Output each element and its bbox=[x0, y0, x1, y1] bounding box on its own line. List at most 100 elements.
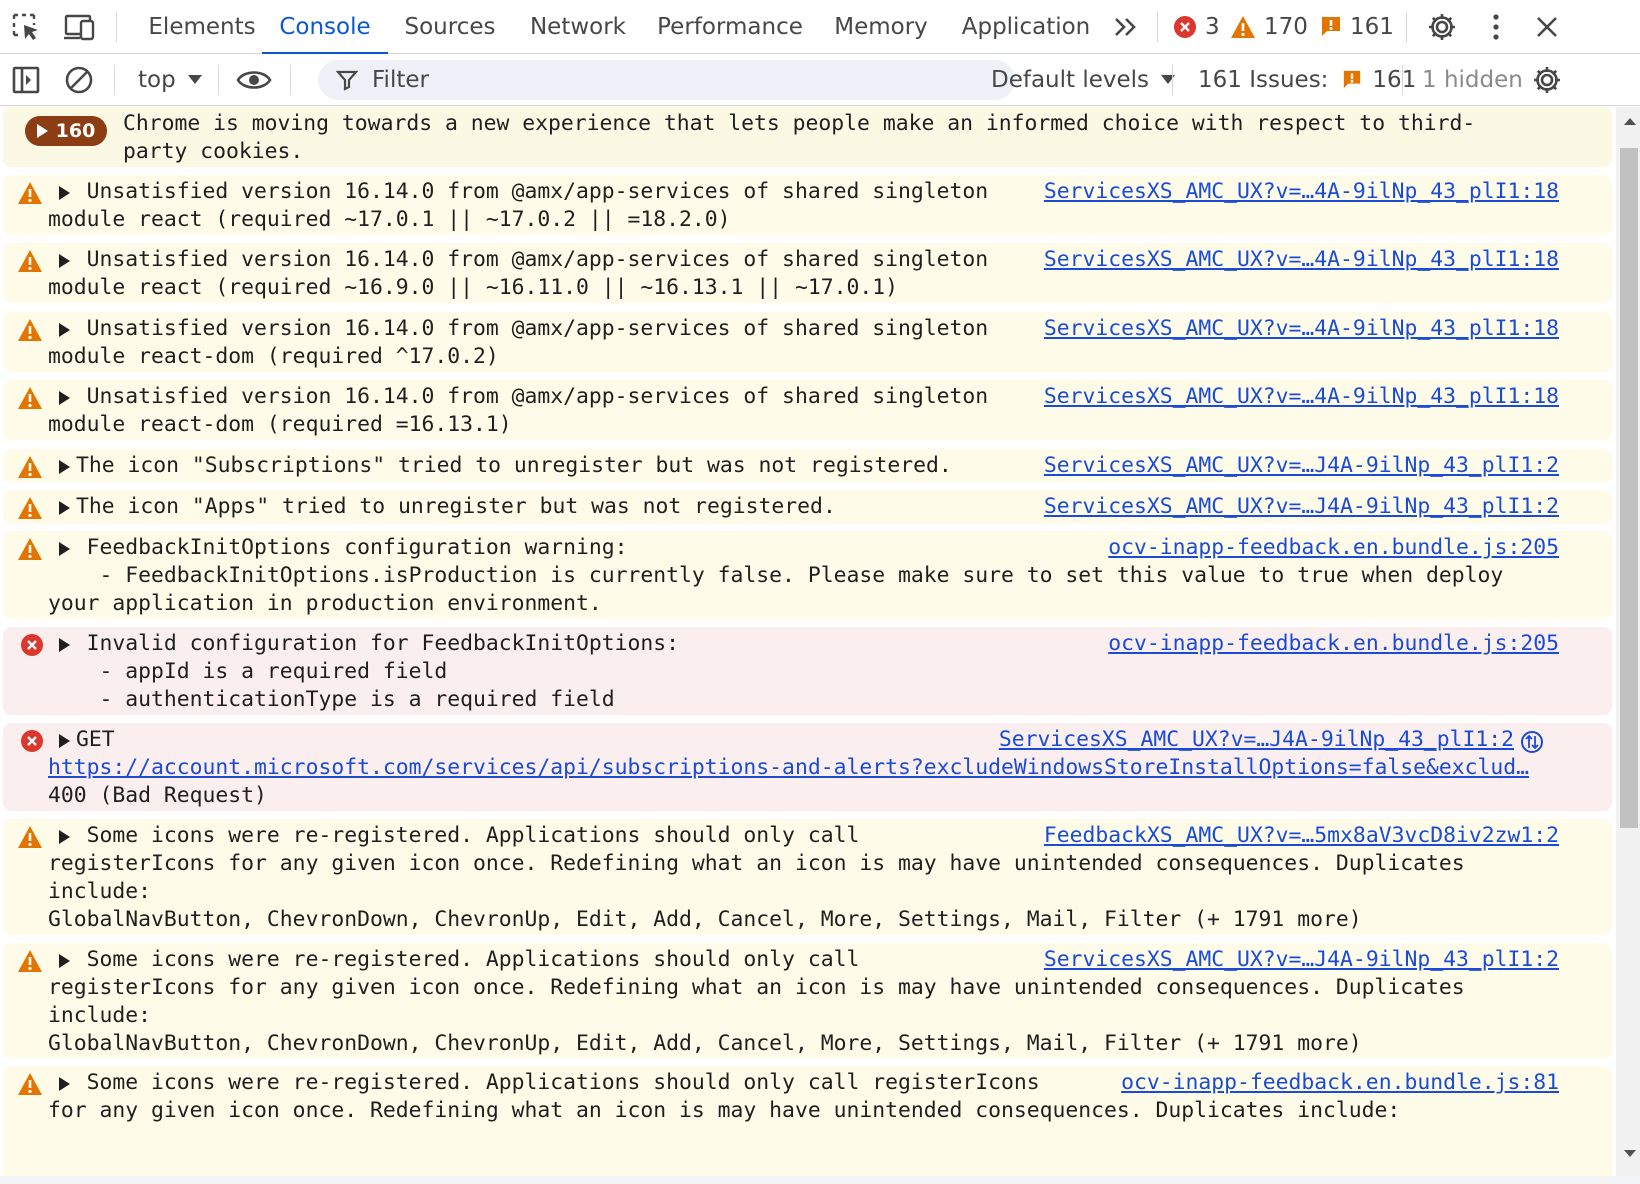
settings-gear-icon[interactable] bbox=[1422, 0, 1462, 54]
error-icon bbox=[21, 730, 43, 752]
warning-icon bbox=[18, 950, 42, 972]
console-message-warning[interactable]: The icon "Subscriptions" tried to unregi… bbox=[3, 449, 1612, 483]
close-icon[interactable] bbox=[1530, 0, 1564, 54]
inspect-element-icon[interactable] bbox=[8, 0, 44, 54]
tab-performance[interactable]: Performance bbox=[654, 0, 806, 54]
console-message-warning[interactable]: Unsatisfied version 16.14.0 from @amx/ap… bbox=[3, 380, 1612, 440]
source-link[interactable]: ServicesXS_AMC_UX?v=…4A-9ilNp_43_plI1:18 bbox=[1044, 315, 1559, 343]
console-message-warning[interactable]: The icon "Apps" tried to unregister but … bbox=[3, 490, 1612, 524]
scroll-down-arrow-icon[interactable] bbox=[1624, 1150, 1636, 1157]
warning-icon bbox=[18, 319, 42, 341]
divider bbox=[218, 65, 219, 95]
scrollbar-thumb[interactable] bbox=[1620, 148, 1638, 828]
divider bbox=[1402, 65, 1403, 95]
source-link[interactable]: ServicesXS_AMC_UX?v=…J4A-9ilNp_43_plI1:2 bbox=[1044, 493, 1559, 521]
console-message-warning[interactable]: Some icons were re-registered. Applicati… bbox=[3, 943, 1612, 1059]
tab-application[interactable]: Application bbox=[956, 0, 1096, 54]
tab-memory[interactable]: Memory bbox=[828, 0, 934, 54]
issues-toolbar-count: 161 bbox=[1372, 67, 1417, 93]
divider bbox=[114, 65, 115, 95]
more-options-icon[interactable] bbox=[1480, 0, 1512, 54]
console-message-warning[interactable]: Some icons were re-registered. Applicati… bbox=[3, 819, 1612, 935]
issues-count[interactable]: 161 bbox=[1320, 0, 1394, 54]
sidebar-toggle-icon[interactable] bbox=[10, 54, 42, 106]
message-text: Chrome is moving towards a new experienc… bbox=[123, 111, 1476, 164]
group-count-badge[interactable]: 160 bbox=[25, 116, 107, 146]
filter-icon bbox=[336, 70, 358, 91]
warning-icon bbox=[18, 1073, 42, 1095]
console-message-warning[interactable]: Unsatisfied version 16.14.0 from @amx/ap… bbox=[3, 175, 1612, 235]
source-link[interactable]: ServicesXS_AMC_UX?v=…4A-9ilNp_43_plI1:18 bbox=[1044, 246, 1559, 274]
cookie-notice-group[interactable]: 160 Chrome is moving towards a new exper… bbox=[3, 107, 1612, 167]
message-text: Invalid configuration for FeedbackInitOp… bbox=[86, 631, 680, 712]
console-output: 160 Chrome is moving towards a new exper… bbox=[0, 107, 1616, 1176]
tab-sources[interactable]: Sources bbox=[396, 0, 504, 54]
divider bbox=[1157, 12, 1158, 42]
source-link[interactable]: ServicesXS_AMC_UX?v=…J4A-9ilNp_43_plI1:2 bbox=[1044, 946, 1559, 974]
error-icon bbox=[21, 634, 43, 656]
expand-arrow-icon[interactable] bbox=[59, 460, 70, 474]
warning-icon bbox=[18, 182, 42, 204]
more-tabs-icon[interactable] bbox=[1108, 0, 1144, 54]
source-link[interactable]: ServicesXS_AMC_UX?v=…4A-9ilNp_43_plI1:18 bbox=[1044, 383, 1559, 411]
tab-network[interactable]: Network bbox=[522, 0, 634, 54]
console-message-warning[interactable]: FeedbackInitOptions configuration warnin… bbox=[3, 531, 1612, 619]
source-link[interactable]: ServicesXS_AMC_UX?v=…J4A-9ilNp_43_plI1:2 bbox=[1044, 452, 1559, 480]
source-link[interactable]: ocv-inapp-feedback.en.bundle.js:81 bbox=[1121, 1069, 1559, 1097]
chevron-down-icon bbox=[187, 75, 202, 84]
message-text: Unsatisfied version 16.14.0 from @amx/ap… bbox=[48, 316, 989, 369]
filter-placeholder: Filter bbox=[372, 67, 429, 93]
source-link[interactable]: FeedbackXS_AMC_UX?v=…5mx8aV3vcD8iv2zw1:2 bbox=[1044, 822, 1559, 850]
warning-icon bbox=[18, 826, 42, 848]
divider bbox=[290, 65, 291, 95]
issues-label: 161 Issues: bbox=[1198, 67, 1329, 93]
source-link[interactable]: ocv-inapp-feedback.en.bundle.js:205 bbox=[1108, 630, 1559, 658]
console-message-warning[interactable]: Some icons were re-registered. Applicati… bbox=[3, 1066, 1612, 1176]
divider bbox=[116, 12, 117, 42]
warning-count[interactable]: 170 bbox=[1230, 0, 1308, 54]
message-text: Unsatisfied version 16.14.0 from @amx/ap… bbox=[48, 179, 989, 232]
context-selector[interactable]: top bbox=[138, 54, 202, 106]
devtools-tabbar: Elements Console Sources Network Perform… bbox=[0, 0, 1640, 55]
warning-icon bbox=[18, 538, 42, 560]
error-icon bbox=[1174, 16, 1196, 38]
divider bbox=[1172, 65, 1173, 95]
group-count: 160 bbox=[55, 120, 96, 142]
expand-arrow-icon[interactable] bbox=[59, 734, 70, 748]
message-text: Unsatisfied version 16.14.0 from @amx/ap… bbox=[48, 384, 989, 437]
warning-icon bbox=[18, 497, 42, 519]
hidden-count: 1 hidden bbox=[1422, 67, 1523, 93]
source-link[interactable]: ServicesXS_AMC_UX?v=…4A-9ilNp_43_plI1:18 bbox=[1044, 178, 1559, 206]
console-message-warning[interactable]: Unsatisfied version 16.14.0 from @amx/ap… bbox=[3, 243, 1612, 303]
warning-icon bbox=[18, 387, 42, 409]
issues-button[interactable]: 161 Issues: 161 bbox=[1198, 54, 1416, 106]
error-count[interactable]: 3 bbox=[1173, 0, 1220, 54]
filter-input[interactable]: Filter bbox=[318, 60, 1015, 100]
network-request-icon[interactable] bbox=[1520, 730, 1544, 754]
tab-elements[interactable]: Elements bbox=[136, 0, 268, 54]
expand-arrow-icon[interactable] bbox=[59, 501, 70, 515]
request-url-link[interactable]: https://account.microsoft.com/services/a… bbox=[48, 754, 1570, 782]
issues-count-label: 161 bbox=[1350, 14, 1394, 40]
message-text: The icon "Apps" tried to unregister but … bbox=[76, 494, 836, 519]
console-message-error[interactable]: GET ServicesXS_AMC_UX?v=…J4A-9ilNp_43_pl… bbox=[3, 723, 1612, 811]
log-levels-label: Default levels bbox=[991, 67, 1150, 93]
message-text: The icon "Subscriptions" tried to unregi… bbox=[76, 453, 952, 478]
expand-arrow-icon bbox=[36, 124, 48, 138]
tab-console[interactable]: Console bbox=[262, 0, 388, 55]
warning-icon bbox=[18, 250, 42, 272]
scroll-up-arrow-icon[interactable] bbox=[1624, 118, 1636, 125]
log-levels-dropdown[interactable]: Default levels bbox=[991, 54, 1176, 106]
clear-console-icon[interactable] bbox=[62, 54, 96, 106]
source-link[interactable]: ServicesXS_AMC_UX?v=…J4A-9ilNp_43_plI1:2 bbox=[999, 726, 1514, 754]
bottom-edge bbox=[0, 1176, 1640, 1184]
device-toolbar-icon[interactable] bbox=[60, 0, 100, 54]
issue-flag-icon bbox=[1322, 17, 1340, 36]
console-message-warning[interactable]: Unsatisfied version 16.14.0 from @amx/ap… bbox=[3, 312, 1612, 372]
console-toolbar: top Filter Default levels 161 Issues: 16… bbox=[0, 54, 1640, 106]
live-expression-eye-icon[interactable] bbox=[234, 54, 274, 106]
console-settings-gear-icon[interactable] bbox=[1530, 54, 1564, 106]
source-link[interactable]: ocv-inapp-feedback.en.bundle.js:205 bbox=[1108, 534, 1559, 562]
message-text: Unsatisfied version 16.14.0 from @amx/ap… bbox=[48, 247, 989, 300]
console-message-error[interactable]: Invalid configuration for FeedbackInitOp… bbox=[3, 627, 1612, 715]
